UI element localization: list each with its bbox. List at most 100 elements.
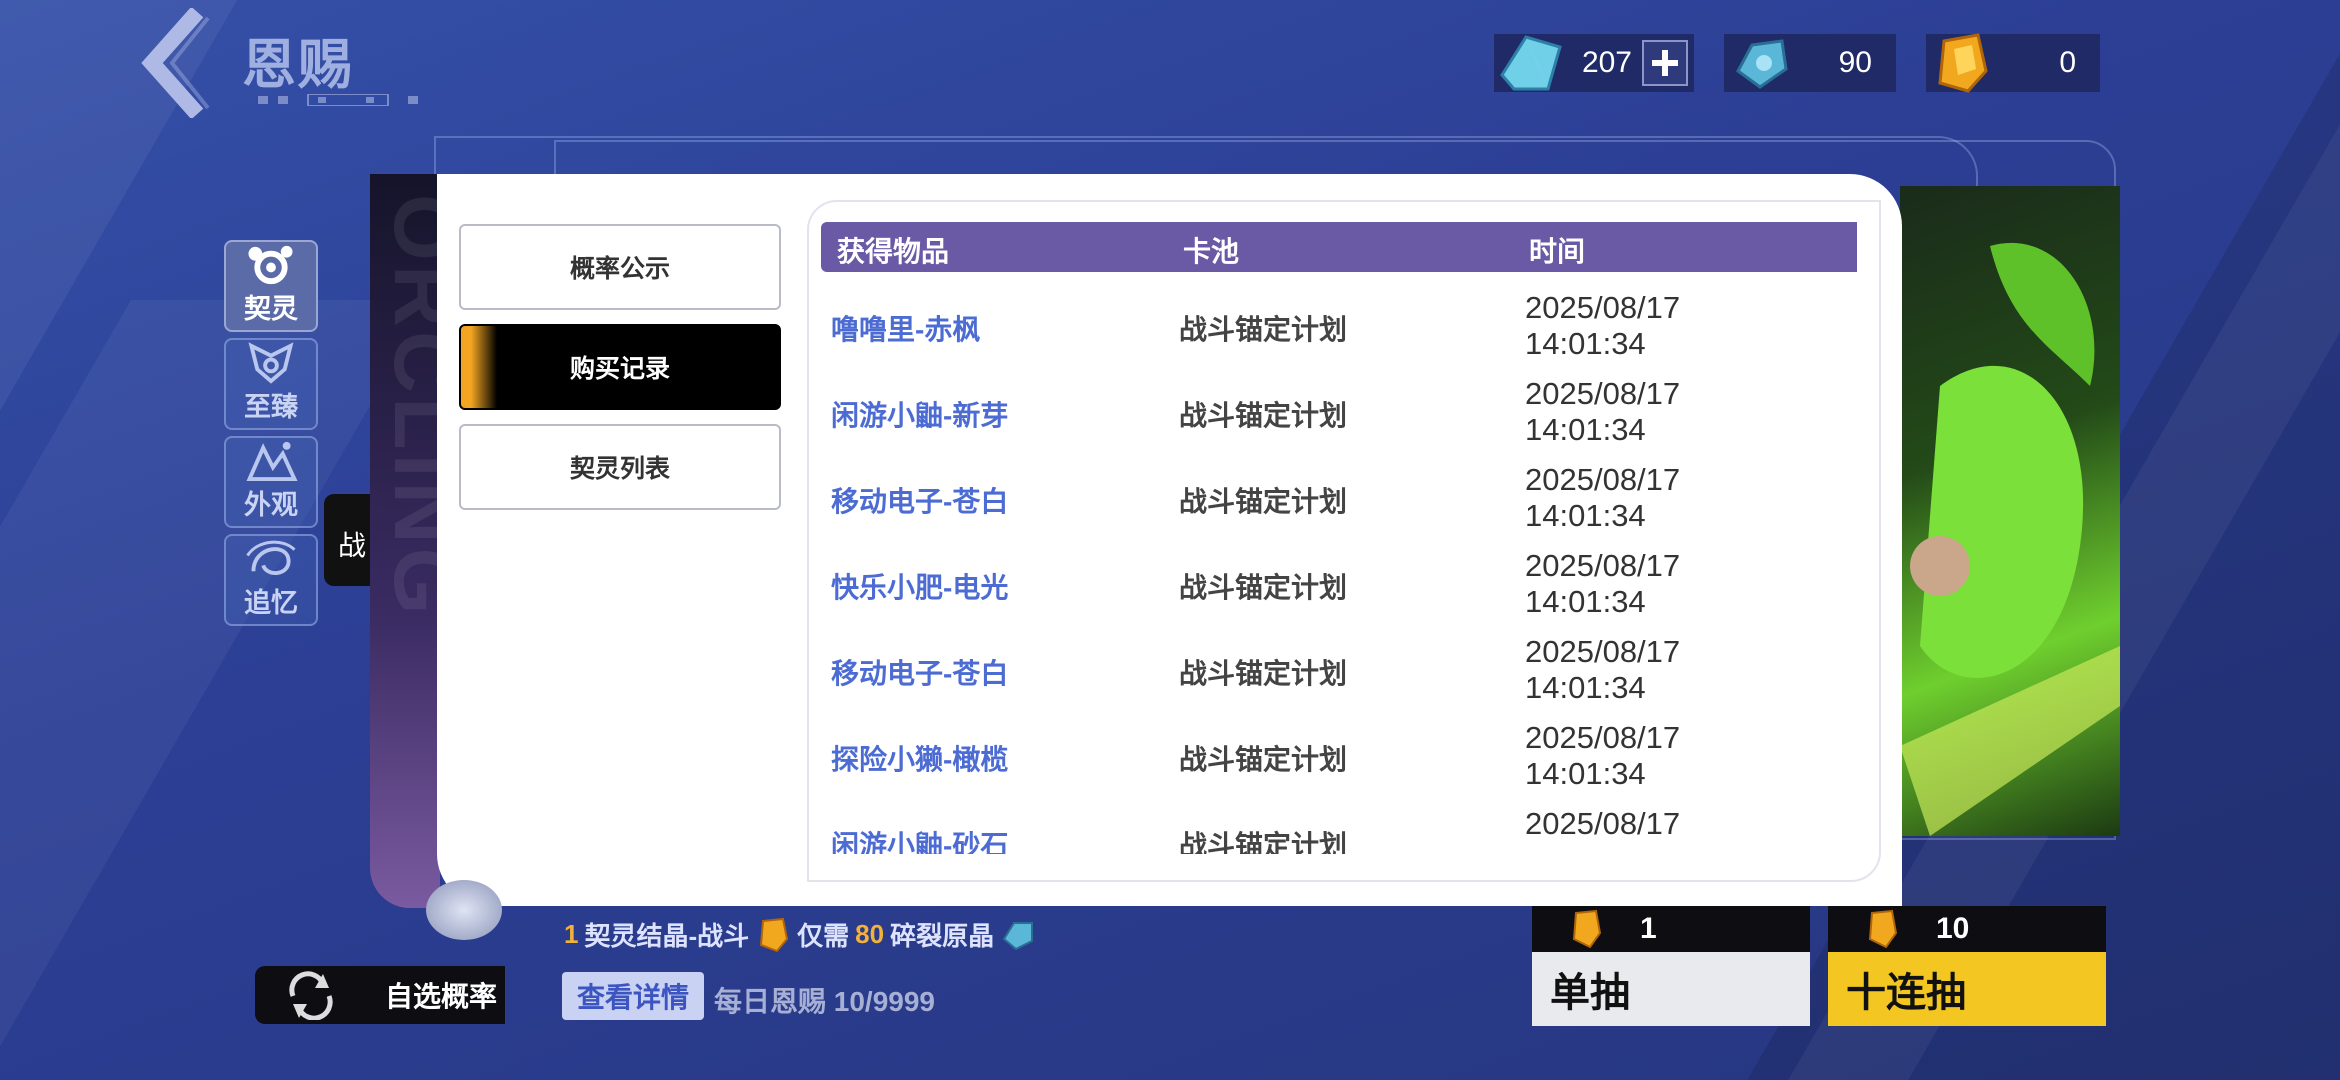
row-time: 2025/08/17 14:01:34 [1525,634,1680,706]
row-pool: 战斗锚定计划 [1179,486,1348,517]
row-pool: 战斗锚定计划 [1179,744,1348,775]
row-date: 2025/08/17 [1525,720,1681,755]
ten-cost: 10 [1828,906,2106,952]
row-time: 2025/08/17 14:01:34 [1525,720,1680,792]
ten-cost-value: 10 [1936,912,1970,945]
row-clock: 14:01:34 [1525,584,1646,619]
table-body[interactable]: 噜噜里-赤枫 战斗锚定计划 2025/08/17 14:01:34 闲游小鼬-新芽… [809,282,1879,854]
info-num: 80 [855,919,885,949]
row-pool: 战斗锚定计划 [1179,572,1348,603]
gold-icon [1938,33,1988,93]
records-table: 获得物品 卡池 时间 噜噜里-赤枫 战斗锚定计划 2025/08/17 14:01… [807,200,1881,882]
row-pool: 战斗锚定计划 [1179,658,1348,689]
gold-icon [1572,909,1602,949]
shard-icon [1002,921,1034,950]
row-date: 2025/08/17 [1525,548,1681,583]
view-details-button[interactable]: 查看详情 [562,972,704,1020]
tab-zhizhen-label: 至臻 [244,392,298,422]
row-date: 2025/08/17 [1525,376,1681,411]
refresh-icon [289,971,333,1020]
qiling-icon [248,245,293,285]
chevron-left-icon [141,6,210,120]
cost-info: 1 契灵结晶-战斗 仅需 80 碎裂原晶 [564,916,1036,953]
character-art [1900,186,2120,836]
row-pool: 战斗锚定计划 [1179,830,1348,854]
daily-limit: 每日恩赐 10/9999 [714,986,935,1017]
select-rate-label: 自选概率 [384,981,497,1012]
row-item: 探险小獭-橄榄 [831,744,1009,775]
info-only: 仅需 [797,921,850,951]
row-item: 快乐小肥-电光 [831,572,1009,603]
shard-value: 90 [1838,46,1872,79]
ten-draw-button[interactable]: 10 十连抽 [1828,906,2106,1026]
info-unit: 碎裂原晶 [890,921,995,951]
memory-icon [246,540,296,575]
costume-icon [246,441,298,482]
row-time: 2025/08/17 [1525,806,1680,842]
shard-currency: 90 [1724,34,1896,92]
add-crystal-button[interactable] [1642,40,1688,86]
row-clock: 14:01:34 [1525,670,1646,705]
row-date: 2025/08/17 [1525,634,1681,669]
row-pool: 战斗锚定计划 [1179,314,1348,345]
row-time: 2025/08/17 14:01:34 [1525,290,1680,362]
header-item: 获得物品 [837,236,950,267]
row-item: 移动电子-苍白 [831,658,1009,689]
gold-currency: 0 [1926,33,2100,93]
table-header: 获得物品 卡池 时间 [821,222,1857,272]
tab-zhizhen[interactable]: 至臻 [224,338,318,430]
row-clock: 14:01:34 [1525,326,1646,361]
tab-waiguan[interactable]: 外观 [224,436,318,528]
menu-purchase-records[interactable]: 购买记录 [459,324,781,410]
table-row: 移动电子-苍白 战斗锚定计划 2025/08/17 14:01:34 [809,454,1879,540]
row-time: 2025/08/17 14:01:34 [1525,548,1680,620]
table-row: 探险小獭-橄榄 战斗锚定计划 2025/08/17 14:01:34 [809,712,1879,798]
select-rate-button[interactable]: 自选概率 [255,966,505,1024]
table-row: 移动电子-苍白 战斗锚定计划 2025/08/17 14:01:34 [809,626,1879,712]
crest-icon [248,342,294,384]
gold-icon [760,917,789,952]
row-clock: 14:01:34 [1525,412,1646,447]
crystal-icon [1500,35,1562,91]
single-draw-label: 单抽 [1532,952,1810,1026]
row-date: 2025/08/17 [1525,290,1681,325]
crystal-value: 207 [1581,46,1632,79]
row-item: 闲游小鼬-砂石 [831,830,1009,854]
row-clock: 14:01:34 [1525,498,1646,533]
gold-icon [1868,909,1898,949]
row-time: 2025/08/17 14:01:34 [1525,376,1680,448]
info-item: 契灵结晶-战斗 [584,921,750,951]
tab-qiling[interactable]: 契灵 [224,240,318,332]
page-title: 恩赐 [242,35,354,95]
row-item: 移动电子-苍白 [831,486,1009,517]
plus-icon [1652,50,1678,76]
title-decoration [258,94,418,106]
modal-side-banner: ORCLING [370,174,472,908]
header-pool: 卡池 [1183,236,1240,267]
single-draw-button[interactable]: 1 单抽 [1532,906,1810,1026]
menu-qiling-list[interactable]: 契灵列表 [459,424,781,510]
gold-value: 0 [2059,46,2076,79]
info-count: 1 [564,919,579,949]
single-cost: 1 [1532,906,1810,952]
row-clock: 14:01:34 [1525,756,1646,791]
tab-waiguan-label: 外观 [244,490,298,520]
single-cost-value: 1 [1640,912,1657,945]
back-button[interactable] [130,6,220,120]
avatar [426,880,502,940]
tab-qiling-label: 契灵 [244,294,298,324]
records-modal: 概率公示 购买记录 契灵列表 获得物品 卡池 时间 噜噜里-赤枫 战斗锚定计划 … [437,174,1902,906]
character-illustration [1900,242,2120,836]
pool-tab-peek[interactable]: 战 [324,494,374,586]
ten-draw-label: 十连抽 [1828,952,2106,1026]
tab-zhuiyi-label: 追忆 [244,588,298,618]
header-time: 时间 [1529,236,1586,267]
row-date: 2025/08/17 [1525,806,1681,841]
row-item: 闲游小鼬-新芽 [831,400,1009,431]
menu-probability[interactable]: 概率公示 [459,224,781,310]
shard-icon [1736,39,1788,89]
table-row: 快乐小肥-电光 战斗锚定计划 2025/08/17 14:01:34 [809,540,1879,626]
table-row: 噜噜里-赤枫 战斗锚定计划 2025/08/17 14:01:34 [809,282,1879,368]
tab-zhuiyi[interactable]: 追忆 [224,534,318,626]
row-time: 2025/08/17 14:01:34 [1525,462,1680,534]
